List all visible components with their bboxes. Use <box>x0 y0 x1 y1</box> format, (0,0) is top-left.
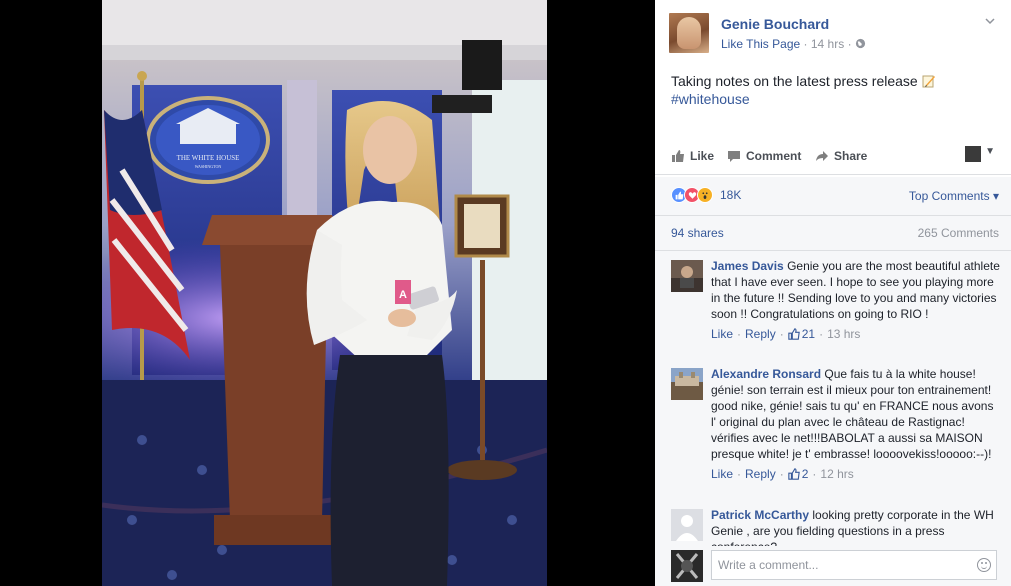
reaction-count: 18K <box>720 188 742 202</box>
sort-caret-icon: ▾ <box>992 189 999 203</box>
post-photo[interactable]: THE WHITE HOUSE WASHINGTON A <box>102 0 547 586</box>
commenter-name[interactable]: James Davis <box>711 259 784 273</box>
comment-body: Alexandre Ronsard Que fais tu à la white… <box>711 366 1001 482</box>
chevron-down-icon[interactable] <box>983 14 997 28</box>
commenter-name[interactable]: Patrick McCarthy <box>711 508 809 522</box>
share-button[interactable]: Share <box>815 149 867 163</box>
comment-sort-dropdown[interactable]: Top Comments ▾ <box>909 189 999 203</box>
post-message: Taking notes on the latest press release… <box>671 72 991 108</box>
divider <box>655 215 1011 216</box>
memo-icon <box>922 74 936 88</box>
comment-time[interactable]: 13 hrs <box>827 326 860 342</box>
comment-like-link[interactable]: Like <box>711 326 733 342</box>
comment-time[interactable]: 12 hrs <box>820 466 853 482</box>
comment-like-count[interactable]: 2 <box>788 466 808 482</box>
comment-actions: Like · Reply · 2 · 12 hrs <box>711 466 854 482</box>
comment-reply-link[interactable]: Reply <box>745 466 776 482</box>
post-meta: Like This Page · 14 hrs · <box>721 37 866 51</box>
commenter-avatar[interactable] <box>671 509 703 541</box>
like-label: Like <box>690 149 715 163</box>
comment-like-link[interactable]: Like <box>711 466 733 482</box>
emoji-icon[interactable] <box>977 558 991 572</box>
photo-viewer: THE WHITE HOUSE WASHINGTON A <box>0 0 655 586</box>
thumbs-up-icon <box>672 150 684 162</box>
author-name[interactable]: Genie Bouchard <box>721 16 829 32</box>
sort-label: Top Comments <box>908 189 990 203</box>
author-avatar[interactable] <box>669 13 709 53</box>
like-button[interactable]: Like <box>671 149 714 163</box>
post-header: Genie Bouchard Like This Page · 14 hrs · <box>655 0 1011 70</box>
comment-composer <box>655 546 1011 586</box>
comment-text: Que fais tu à la white house! génie! son… <box>711 367 994 461</box>
comment-body: James Davis Genie you are the most beaut… <box>711 258 1001 342</box>
wow-icon <box>697 187 713 203</box>
comment-reply-link[interactable]: Reply <box>745 326 776 342</box>
comments-section: 18K Top Comments ▾ 94 shares 265 Comment… <box>655 177 1011 586</box>
divider <box>655 174 1011 175</box>
seal-text: THE WHITE HOUSE <box>177 154 240 162</box>
share-as-avatar[interactable] <box>965 146 981 162</box>
comment-icon <box>728 151 740 162</box>
reaction-summary[interactable]: 18K <box>671 187 741 203</box>
seal-subtext: WASHINGTON <box>195 164 222 169</box>
post-timestamp[interactable]: 14 hrs <box>811 37 844 51</box>
comment-count[interactable]: 265 Comments <box>918 226 999 240</box>
hashtag-link[interactable]: #whitehouse <box>671 91 750 107</box>
thumbs-up-outline-icon <box>788 468 800 480</box>
like-page-link[interactable]: Like This Page <box>721 37 800 51</box>
divider <box>655 250 1011 251</box>
globe-icon <box>855 38 865 49</box>
comment-actions: Like · Reply · 21 · 13 hrs <box>711 326 861 342</box>
comment-like-count[interactable]: 21 <box>788 326 815 342</box>
comment-button[interactable]: Comment <box>727 149 801 163</box>
share-count[interactable]: 94 shares <box>671 226 724 240</box>
thumbs-up-outline-icon <box>788 328 800 340</box>
separator-dot: · <box>847 37 852 51</box>
press-room-photo: THE WHITE HOUSE WASHINGTON A <box>102 0 547 586</box>
share-icon <box>816 151 828 161</box>
caret-down-icon[interactable]: ▼ <box>985 146 995 157</box>
commenter-name[interactable]: Alexandre Ronsard <box>711 367 821 381</box>
share-label: Share <box>834 149 868 163</box>
post-text: Taking notes on the latest press release <box>671 73 918 89</box>
commenter-avatar[interactable] <box>671 368 703 400</box>
comment-input[interactable] <box>711 550 997 580</box>
badge-letter: A <box>399 289 407 301</box>
viewer-avatar <box>671 550 703 582</box>
post-actions: Like Comment Share ▼ <box>655 140 1011 174</box>
engagement-counts: 94 shares 265 Comments <box>671 226 999 240</box>
post-panel: Genie Bouchard Like This Page · 14 hrs ·… <box>655 0 1011 586</box>
comment-label: Comment <box>746 149 802 163</box>
commenter-avatar[interactable] <box>671 260 703 292</box>
meta-separator: · <box>803 37 808 51</box>
